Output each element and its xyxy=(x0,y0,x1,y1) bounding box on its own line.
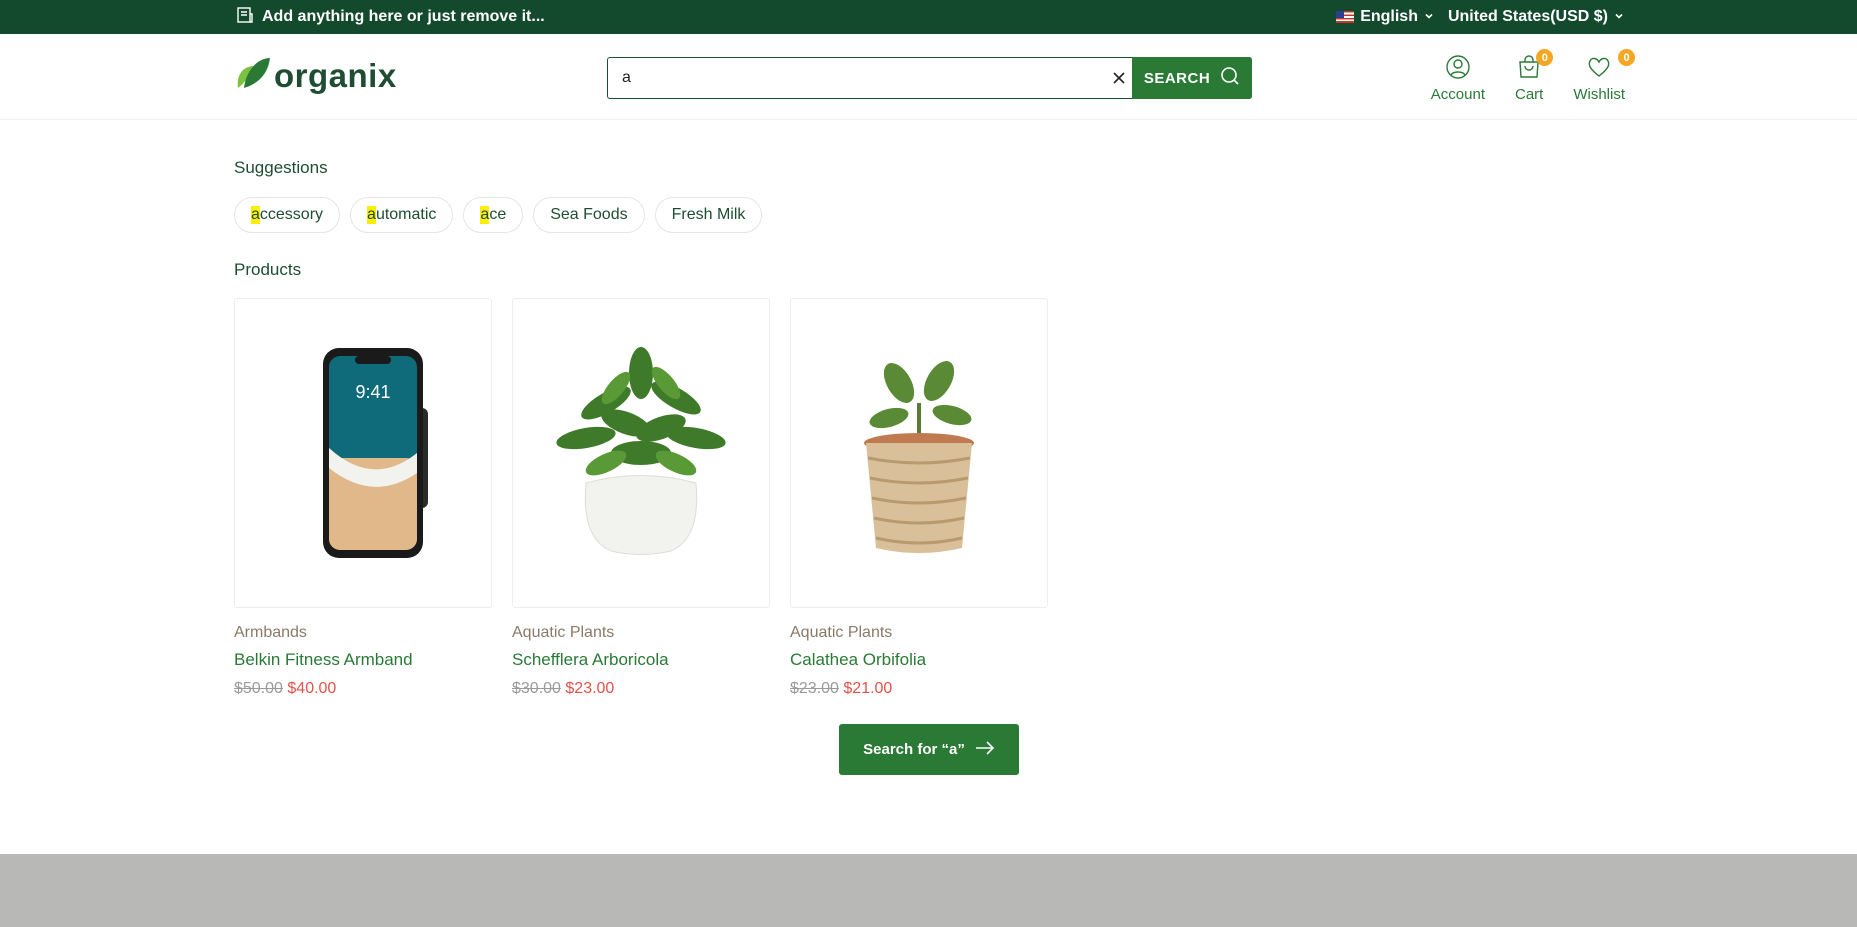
product-category: Armbands xyxy=(234,624,307,641)
search-all-results-button[interactable]: Search for “a” xyxy=(839,724,1019,775)
product-prices: $23.00 $21.00 xyxy=(790,680,1048,698)
suggestion-chip[interactable]: Sea Foods xyxy=(533,197,645,233)
products-title: Products xyxy=(234,260,302,279)
close-icon xyxy=(1113,72,1125,84)
search-input[interactable] xyxy=(608,58,1106,98)
logo-text: organix xyxy=(274,56,397,94)
us-flag-icon xyxy=(1336,11,1355,23)
potted-plant-white-icon xyxy=(556,347,726,555)
site-header: organix SEARCH Account 0 Cart xyxy=(0,34,1857,120)
product-name[interactable]: Schefflera Arboricola xyxy=(512,650,770,670)
product-name[interactable]: Belkin Fitness Armband xyxy=(234,650,492,670)
product-card: Aquatic Plants Calathea Orbifolia $23.00… xyxy=(790,298,1048,698)
product-old-price: $30.00 xyxy=(512,680,561,697)
announcement-text: Add anything here or just remove it... xyxy=(262,8,545,25)
suggestion-list: a ccessory a utomatic a ce Sea Foods Fresh … xyxy=(234,197,763,233)
product-category: Aquatic Plants xyxy=(790,624,893,641)
product-sale-price: $23.00 xyxy=(565,680,615,697)
product-old-price: $23.00 xyxy=(790,680,839,697)
account-label: Account xyxy=(1430,86,1485,103)
wishlist-link[interactable]: 0 Wishlist xyxy=(1573,49,1635,103)
product-prices: $50.00 $40.00 xyxy=(234,680,492,698)
suggestion-highlight: a xyxy=(480,206,490,224)
wishlist-count-badge: 0 xyxy=(1618,49,1635,66)
search-bar: SEARCH xyxy=(607,57,1252,99)
cart-count-badge: 0 xyxy=(1536,49,1554,66)
cart-label: Cart xyxy=(1514,86,1544,103)
suggestion-text: Fresh Milk xyxy=(671,206,746,223)
svg-text:9:41: 9:41 xyxy=(355,382,390,402)
product-sale-price: $21.00 xyxy=(843,680,893,697)
suggestion-text: Sea Foods xyxy=(550,206,628,223)
language-label: English xyxy=(1360,8,1418,25)
cart-link[interactable]: 0 Cart xyxy=(1514,49,1554,103)
product-category: Aquatic Plants xyxy=(512,624,615,641)
product-old-price: $50.00 xyxy=(234,680,283,697)
search-button[interactable]: SEARCH xyxy=(1132,57,1252,99)
logo[interactable]: organix xyxy=(234,54,397,97)
suggestions-title: Suggestions xyxy=(234,158,328,177)
suggestion-chip[interactable]: a ce xyxy=(463,197,524,233)
leaf-logo-icon xyxy=(234,54,272,97)
search-button-label: SEARCH xyxy=(1143,69,1211,87)
search-all-label: Search for “a” xyxy=(863,741,965,758)
clear-search-button[interactable] xyxy=(1106,58,1132,98)
product-image[interactable] xyxy=(512,298,770,608)
announcement-bar: Add anything here or just remove it... E… xyxy=(0,0,1857,34)
language-selector[interactable]: English xyxy=(1336,8,1434,26)
potted-plant-wicker-icon xyxy=(864,361,974,553)
account-link[interactable]: Account xyxy=(1431,54,1485,103)
phone-armband-icon: 9:41 xyxy=(323,348,428,558)
suggestion-highlight: a xyxy=(367,206,376,224)
suggestion-text: utomatic xyxy=(375,206,437,223)
suggestion-text: ccessory xyxy=(259,206,324,223)
suggestion-chip[interactable]: a utomatic xyxy=(350,197,454,233)
page-overlay[interactable] xyxy=(0,854,1857,927)
product-image[interactable]: 9:41 xyxy=(234,298,492,608)
search-icon xyxy=(1220,66,1240,90)
suggestion-chip[interactable]: Fresh Milk xyxy=(654,197,763,233)
product-image[interactable] xyxy=(790,298,1048,608)
product-card: Aquatic Plants Schefflera Arboricola $30… xyxy=(512,298,770,698)
product-card: 9:41 Armbands Belkin Fitness Armband $50… xyxy=(234,298,492,698)
heart-icon xyxy=(1586,54,1612,86)
store-icon xyxy=(236,6,254,29)
wishlist-label: Wishlist xyxy=(1573,86,1625,103)
announcement: Add anything here or just remove it... xyxy=(236,0,545,34)
product-name[interactable]: Calathea Orbifolia xyxy=(790,650,1048,670)
chevron-down-icon xyxy=(1614,8,1624,26)
suggestion-chip[interactable]: a ccessory xyxy=(234,197,341,233)
currency-label: United States(USD $) xyxy=(1447,8,1608,25)
suggestion-highlight: a xyxy=(251,206,260,224)
product-list: 9:41 Armbands Belkin Fitness Armband $50… xyxy=(234,298,1048,698)
product-sale-price: $40.00 xyxy=(287,680,337,697)
product-prices: $30.00 $23.00 xyxy=(512,680,770,698)
user-icon xyxy=(1445,54,1471,86)
chevron-down-icon xyxy=(1424,8,1434,26)
arrow-right-icon xyxy=(975,740,995,759)
currency-selector[interactable]: United States(USD $) xyxy=(1448,8,1624,26)
suggestion-text: ce xyxy=(489,206,507,223)
